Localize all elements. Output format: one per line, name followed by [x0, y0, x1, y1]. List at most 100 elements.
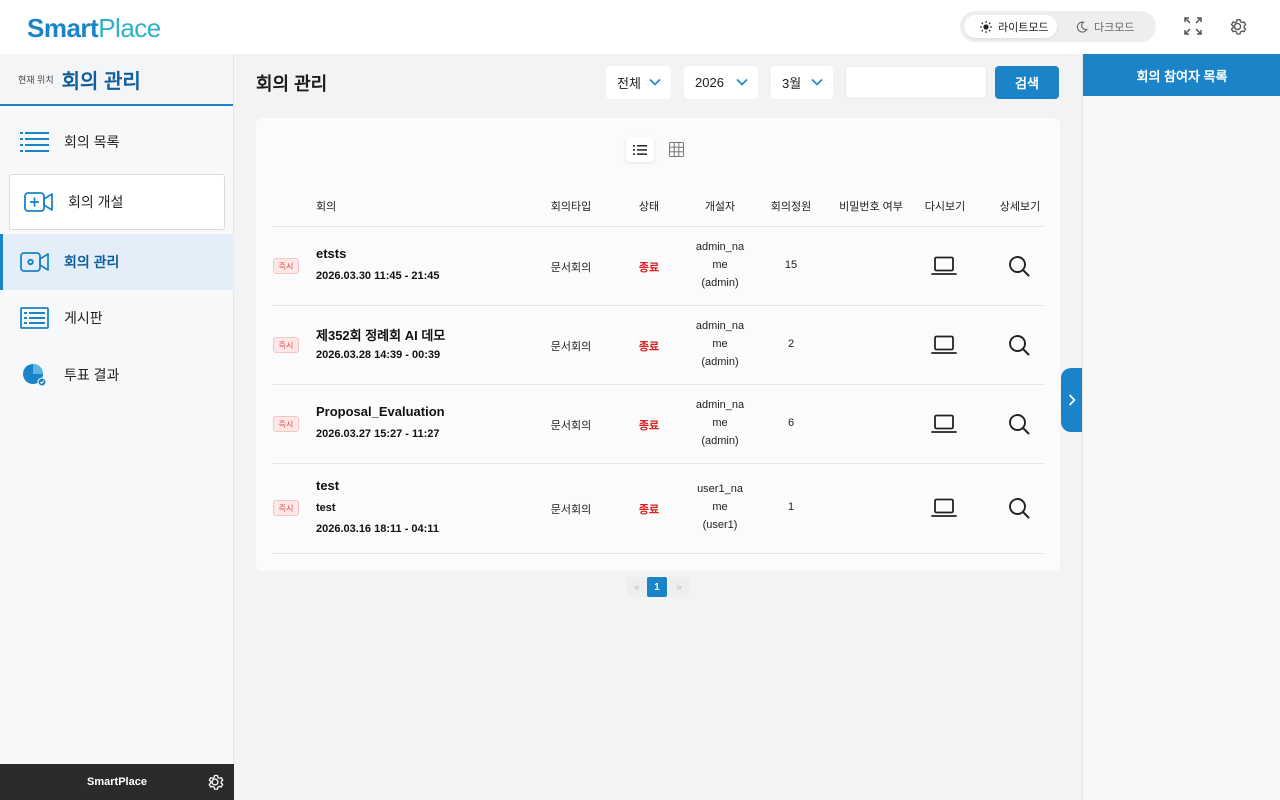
meeting-title[interactable]: Proposal_Evaluation — [316, 404, 445, 419]
detail-button[interactable] — [1006, 332, 1032, 358]
fullscreen-button[interactable] — [1183, 16, 1205, 38]
header-status: 상태 — [638, 201, 660, 213]
table-row[interactable]: 즉시 제352회 정례회 AI 데모 2026.03.28 14:39 - 00… — [272, 305, 1044, 384]
creator-line: admin_na — [695, 241, 745, 253]
creator-line: me — [712, 501, 728, 513]
creator: admin_na me (admin) — [685, 317, 755, 371]
sidebar-item-label: 게시판 — [64, 310, 103, 326]
dark-mode-label: 다크모드 — [1094, 21, 1135, 34]
table-row[interactable]: 즉시 test test 2026.03.16 18:11 - 04:11 문서… — [272, 463, 1044, 553]
gear-icon — [208, 774, 224, 790]
detail-button[interactable] — [1006, 495, 1032, 521]
sidebar-footer: SmartPlace — [0, 764, 234, 800]
pagination-prev[interactable]: « — [627, 577, 647, 597]
creator-line: (user1) — [702, 519, 738, 531]
sidebar-item-meeting-manage[interactable]: 회의 관리 — [0, 234, 234, 290]
creator: admin_na me (admin) — [685, 238, 755, 292]
sun-icon — [980, 20, 992, 33]
header-meeting-type: 회의타입 — [550, 201, 592, 213]
grid-view-button[interactable] — [662, 137, 690, 162]
video-add-icon — [24, 190, 54, 214]
capacity: 15 — [784, 259, 798, 271]
instant-badge: 즉시 — [273, 258, 299, 274]
current-location: 현재 위치 회의 관리 — [0, 54, 233, 106]
sidebar-item-vote-results[interactable]: 투표 결과 — [0, 347, 234, 403]
replay-button[interactable] — [931, 332, 957, 358]
participants-panel-title: 회의 참여자 목록 — [1083, 54, 1280, 96]
pagination-page[interactable]: 1 — [647, 577, 667, 597]
search-icon — [1009, 414, 1030, 435]
meeting-time: 2026.03.28 14:39 - 00:39 — [316, 349, 441, 361]
meeting-title[interactable]: 제352회 정례회 AI 데모 — [316, 325, 445, 344]
chevron-down-icon — [736, 78, 748, 86]
logo-part-place: Place — [98, 13, 161, 43]
meeting-table-card: 회의 회의타입 상태 개설자 회의정원 비밀번호 여부 다시보기 상세보기 즉시… — [256, 118, 1060, 571]
month-select-value: 3월 — [782, 76, 802, 91]
type-select-value: 전체 — [617, 76, 641, 91]
light-mode-label: 라이트모드 — [998, 21, 1049, 34]
meeting-subtitle: test — [316, 502, 336, 514]
logo-part-smart: Smart — [27, 13, 99, 43]
meeting-title[interactable]: test — [316, 478, 339, 493]
status-label: 종료 — [638, 262, 660, 274]
list-view-button[interactable] — [626, 137, 654, 162]
search-button[interactable]: 검색 — [995, 66, 1059, 99]
creator-line: admin_na — [695, 320, 745, 332]
meeting-type: 문서회의 — [550, 504, 592, 516]
sidebar-item-create-meeting[interactable]: 회의 개설 — [9, 174, 225, 230]
meeting-title[interactable]: etsts — [316, 246, 346, 261]
list-view-icon — [633, 144, 647, 155]
type-select[interactable]: 전체 — [606, 66, 671, 99]
replay-button[interactable] — [931, 253, 957, 279]
list-icon — [20, 130, 50, 154]
replay-button[interactable] — [931, 495, 957, 521]
light-mode-button[interactable]: 라이트모드 — [964, 15, 1057, 38]
table-row[interactable]: 즉시 etsts 2026.03.30 11:45 - 21:45 문서회의 종… — [272, 226, 1044, 305]
settings-button[interactable] — [1227, 16, 1249, 38]
meeting-type: 문서회의 — [550, 341, 592, 353]
laptop-icon — [931, 335, 957, 354]
replay-button[interactable] — [931, 411, 957, 437]
pagination-next[interactable]: » — [669, 577, 689, 597]
location-label: 현재 위치 — [18, 74, 54, 85]
month-select[interactable]: 3월 — [771, 66, 833, 99]
creator-line: admin_na — [695, 399, 745, 411]
sidebar-item-board[interactable]: 게시판 — [0, 290, 234, 346]
participants-panel: 회의 참여자 목록 — [1082, 54, 1280, 800]
search-icon — [1009, 335, 1030, 356]
board-icon — [20, 306, 50, 330]
creator-line: me — [712, 338, 728, 350]
dark-mode-button[interactable]: 다크모드 — [1060, 15, 1152, 38]
sidebar-item-label: 회의 관리 — [64, 254, 120, 270]
table-bottom-border — [272, 553, 1044, 554]
meeting-type: 문서회의 — [550, 420, 592, 432]
panel-toggle-button[interactable] — [1061, 368, 1082, 432]
search-input[interactable] — [845, 66, 987, 99]
table-row[interactable]: 즉시 Proposal_Evaluation 2026.03.27 15:27 … — [272, 384, 1044, 463]
sidebar-item-label: 회의 목록 — [64, 134, 120, 150]
meeting-time: 2026.03.16 18:11 - 04:11 — [316, 523, 439, 535]
header-replay: 다시보기 — [924, 201, 966, 213]
capacity: 6 — [787, 417, 795, 429]
detail-button[interactable] — [1006, 411, 1032, 437]
sidebar-item-label: 투표 결과 — [64, 367, 120, 383]
header-detail: 상세보기 — [999, 201, 1041, 213]
detail-button[interactable] — [1006, 253, 1032, 279]
fullscreen-icon — [1184, 17, 1202, 35]
creator-line: me — [712, 259, 728, 271]
sidebar-item-meeting-list[interactable]: 회의 목록 — [0, 114, 234, 170]
instant-badge: 즉시 — [273, 337, 299, 353]
header-capacity: 회의정원 — [770, 201, 812, 213]
footer-settings-button[interactable] — [205, 772, 225, 792]
sidebar: 현재 위치 회의 관리 회의 목록 회의 개설 회의 관리 게시판 투표 결과 … — [0, 54, 234, 800]
creator-line: (admin) — [701, 356, 739, 368]
laptop-icon — [931, 498, 957, 517]
search-icon — [1009, 498, 1030, 519]
creator-line: (admin) — [701, 435, 739, 447]
meeting-type: 문서회의 — [550, 262, 592, 274]
header-password: 비밀번호 여부 — [839, 201, 903, 213]
pie-chart-icon — [20, 363, 50, 387]
app-logo[interactable]: SmartPlace — [27, 13, 161, 44]
year-select[interactable]: 2026 — [684, 66, 758, 99]
header-creator: 개설자 — [704, 201, 736, 213]
